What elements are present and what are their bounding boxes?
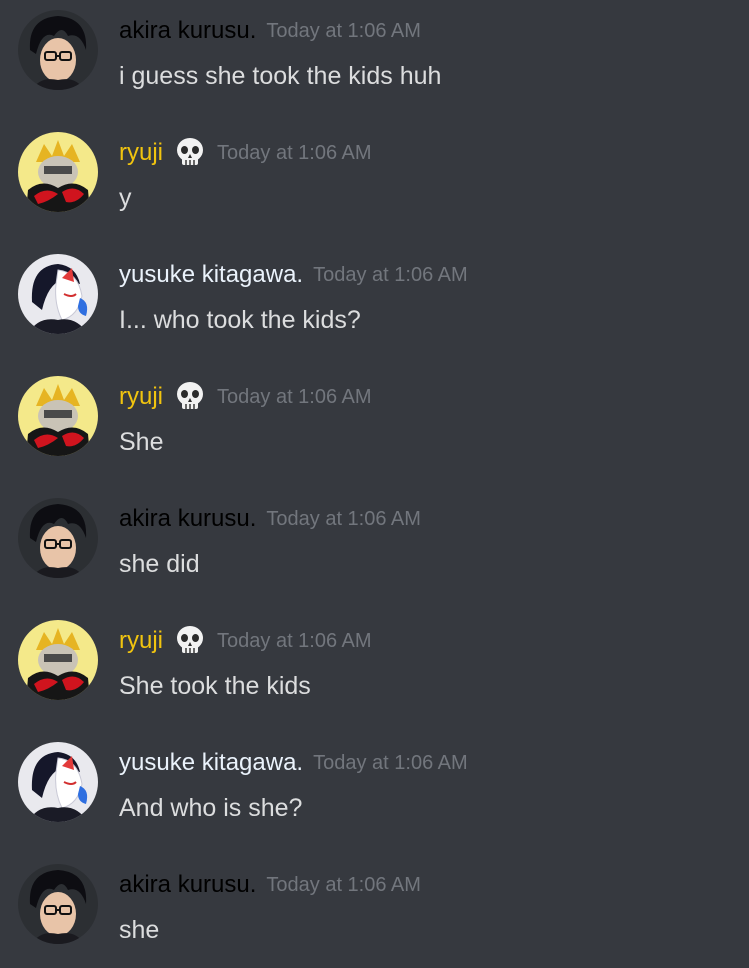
message-content: she did [119, 550, 200, 578]
message-header: yusuke kitagawa. Today at 1:06 AM [119, 258, 468, 292]
message-header: akira kurusu. Today at 1:06 AM [119, 14, 421, 48]
message-header: yusuke kitagawa. Today at 1:06 AM [119, 746, 468, 780]
username[interactable]: ryuji [119, 380, 163, 414]
timestamp: Today at 1:06 AM [266, 874, 421, 896]
avatar-akira[interactable] [18, 10, 98, 90]
message-item: yusuke kitagawa. Today at 1:06 AM And wh… [0, 732, 749, 842]
avatar-ryuji[interactable] [18, 132, 98, 212]
message-item: akira kurusu. Today at 1:06 AM she [0, 854, 749, 964]
avatar-akira[interactable] [18, 864, 98, 944]
timestamp: Today at 1:06 AM [266, 508, 421, 530]
akira-avatar-icon [18, 498, 98, 578]
akira-avatar-icon [18, 864, 98, 944]
message-item: akira kurusu. Today at 1:06 AM i guess s… [0, 0, 749, 110]
message-content: And who is she? [119, 794, 303, 822]
timestamp: Today at 1:06 AM [217, 142, 372, 164]
skull-emoji-icon [173, 380, 207, 414]
username[interactable]: akira kurusu. [119, 502, 256, 536]
skull-emoji-icon [173, 136, 207, 170]
message-content: I... who took the kids? [119, 306, 361, 334]
message-header: akira kurusu. Today at 1:06 AM [119, 868, 421, 902]
message-content: She [119, 428, 164, 456]
avatar-yusuke[interactable] [18, 254, 98, 334]
timestamp: Today at 1:06 AM [217, 630, 372, 652]
username[interactable]: yusuke kitagawa. [119, 746, 303, 780]
yusuke-avatar-icon [18, 742, 98, 822]
message-header: ryuji Today at 1:06 AM [119, 624, 372, 658]
skull-emoji-icon [173, 624, 207, 658]
avatar-akira[interactable] [18, 498, 98, 578]
avatar-yusuke[interactable] [18, 742, 98, 822]
username[interactable]: yusuke kitagawa. [119, 258, 303, 292]
yusuke-avatar-icon [18, 254, 98, 334]
username[interactable]: akira kurusu. [119, 14, 256, 48]
message-header: ryuji Today at 1:06 AM [119, 136, 372, 170]
chat-messages: akira kurusu. Today at 1:06 AM i guess s… [0, 0, 749, 968]
username[interactable]: ryuji [119, 624, 163, 658]
message-content: y [119, 184, 132, 212]
message-content: i guess she took the kids huh [119, 62, 442, 90]
message-content: She took the kids [119, 672, 311, 700]
message-content: she [119, 916, 160, 944]
avatar-ryuji[interactable] [18, 620, 98, 700]
avatar-ryuji[interactable] [18, 376, 98, 456]
ryuji-avatar-icon [18, 376, 98, 456]
ryuji-avatar-icon [18, 132, 98, 212]
message-item: yusuke kitagawa. Today at 1:06 AM I... w… [0, 244, 749, 354]
username[interactable]: akira kurusu. [119, 868, 256, 902]
message-header: akira kurusu. Today at 1:06 AM [119, 502, 421, 536]
akira-avatar-icon [18, 10, 98, 90]
message-header: ryuji Today at 1:06 AM [119, 380, 372, 414]
timestamp: Today at 1:06 AM [266, 20, 421, 42]
ryuji-avatar-icon [18, 620, 98, 700]
username[interactable]: ryuji [119, 136, 163, 170]
timestamp: Today at 1:06 AM [313, 264, 468, 286]
message-item: ryuji Today at 1:06 AM She took the kids [0, 610, 749, 720]
message-item: ryuji Today at 1:06 AM She [0, 366, 749, 476]
timestamp: Today at 1:06 AM [313, 752, 468, 774]
message-item: ryuji Today at 1:06 AM y [0, 122, 749, 232]
timestamp: Today at 1:06 AM [217, 386, 372, 408]
message-item: akira kurusu. Today at 1:06 AM she did [0, 488, 749, 598]
